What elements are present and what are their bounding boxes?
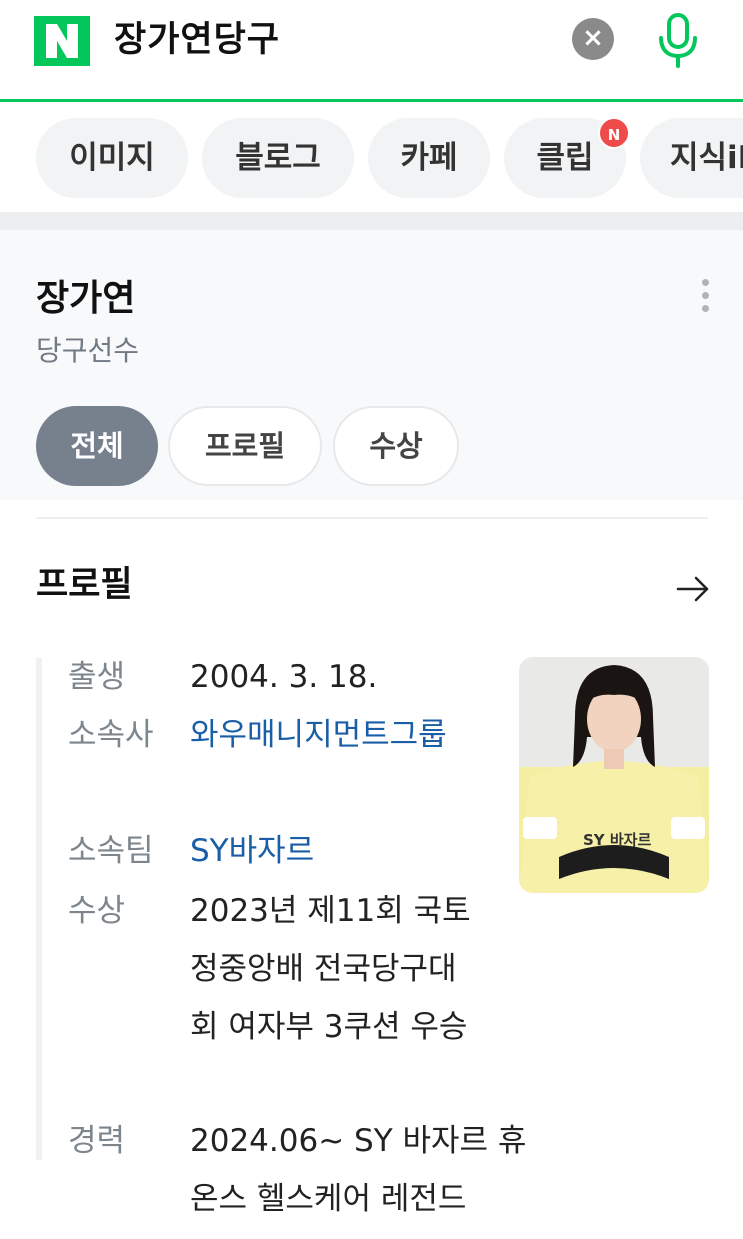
clear-search-button[interactable]: × bbox=[572, 18, 614, 60]
tab-label: 카페 bbox=[400, 140, 458, 176]
info-label: 출생 bbox=[68, 659, 126, 695]
info-label: 소속사 bbox=[68, 717, 154, 753]
new-badge: N bbox=[598, 117, 630, 149]
info-accent-bar bbox=[36, 658, 42, 1160]
tab-blog[interactable]: 블로그 bbox=[202, 118, 354, 198]
tab-knowledge-in[interactable]: 지식iN bbox=[640, 118, 743, 198]
tab-images[interactable]: 이미지 bbox=[36, 118, 188, 198]
filter-profile[interactable]: 프로필 bbox=[168, 406, 322, 486]
section-title[interactable]: 프로필 bbox=[36, 562, 133, 608]
tab-label: 블로그 bbox=[235, 140, 321, 176]
person-profile-card: 장가연 당구선수 전체 프로필 수상 프로필 출생 2004. 3. 18. 소… bbox=[0, 230, 743, 1239]
search-header: 장가연당구 × bbox=[0, 0, 743, 102]
info-label: 경력 bbox=[68, 1123, 126, 1159]
filter-label: 수상 bbox=[369, 429, 423, 463]
more-options-icon[interactable] bbox=[690, 276, 720, 316]
profile-photo[interactable]: SY 바자르 bbox=[519, 657, 709, 893]
naver-logo[interactable] bbox=[34, 16, 90, 66]
arrow-right-icon[interactable] bbox=[676, 572, 710, 606]
tab-clip[interactable]: 클립 N bbox=[504, 117, 630, 198]
info-label: 수상 bbox=[68, 893, 126, 929]
info-value: 2023년 제11회 국토정중앙배 전국당구대회 여자부 3쿠션 우승 bbox=[190, 893, 471, 1045]
person-occupation: 당구선수 bbox=[36, 334, 140, 367]
team-link[interactable]: SY바자르 bbox=[190, 822, 480, 880]
filter-all[interactable]: 전체 bbox=[36, 406, 158, 486]
agency-link[interactable]: 와우매니지먼트그룹 bbox=[190, 706, 460, 764]
info-value: 2024.06~ SY 바자르 휴온스 헬스케어 레전드 bbox=[190, 1123, 527, 1217]
jersey-text: SY 바자르 bbox=[583, 831, 651, 849]
person-name: 장가연 bbox=[36, 278, 136, 319]
tab-cafe[interactable]: 카페 bbox=[368, 118, 490, 198]
tab-label: 이미지 bbox=[69, 140, 155, 176]
card-divider bbox=[36, 517, 708, 519]
filter-awards[interactable]: 수상 bbox=[333, 406, 459, 486]
tab-label: 클립 bbox=[536, 140, 594, 176]
filter-label: 전체 bbox=[70, 429, 124, 463]
section-divider bbox=[0, 212, 743, 230]
tab-label: 지식iN bbox=[670, 140, 743, 176]
category-tabs: 이미지 블로그 카페 클립 N 지식iN bbox=[0, 102, 743, 214]
info-value: 2004. 3. 18. bbox=[190, 659, 378, 695]
filter-label: 프로필 bbox=[204, 429, 286, 463]
microphone-icon[interactable] bbox=[654, 12, 702, 70]
card-header: 장가연 당구선수 전체 프로필 수상 bbox=[0, 230, 743, 500]
info-label: 소속팀 bbox=[68, 833, 154, 869]
search-input[interactable]: 장가연당구 bbox=[114, 17, 280, 63]
